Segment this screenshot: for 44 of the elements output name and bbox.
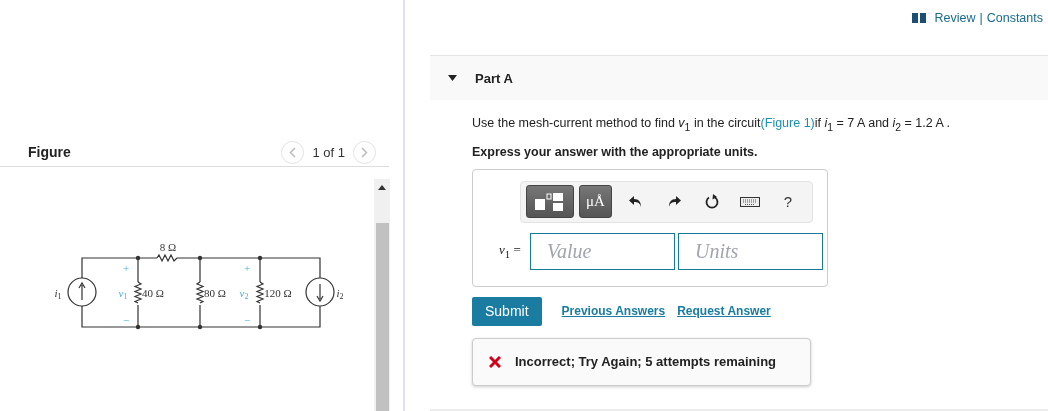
units-button[interactable]: μÅ <box>579 185 612 218</box>
current-label: i$_{2}$ <box>336 287 344 301</box>
units-field[interactable]: Units <box>678 232 823 270</box>
part-title: Part A <box>475 70 513 86</box>
value-field[interactable]: Value <box>530 232 675 270</box>
scroll-thumb[interactable] <box>375 223 389 411</box>
keyboard-icon <box>739 196 760 207</box>
voltage-label: v$_{2}$ <box>239 287 249 301</box>
page-indicator: 1 of 1 <box>312 144 345 160</box>
reset-icon <box>704 194 719 209</box>
polarity-sign: + <box>122 262 130 274</box>
scrollbar[interactable] <box>374 179 390 411</box>
book-icon <box>912 12 927 23</box>
resistance-label: 120 Ω <box>264 287 292 299</box>
link-separator: | <box>979 10 983 25</box>
header-link[interactable]: Constants <box>986 10 1043 25</box>
question-text: Use the mesh-current method to find v$_{1}$ in the circuit(Figure 1)if i$_{1}$ = 7 A and i$_{2}$ = 1.2 A . <box>472 115 952 135</box>
chevron-left-icon <box>289 146 297 158</box>
figure-title: Figure <box>28 144 71 160</box>
submit-button[interactable]: Submit <box>472 296 542 326</box>
answer-label: v$_{1}$ = <box>499 242 522 260</box>
answer-link[interactable]: Request Answer <box>677 304 771 318</box>
polarity-sign: − <box>122 314 130 326</box>
part-header[interactable]: Part A <box>430 56 1048 100</box>
undo-icon <box>628 195 643 208</box>
instruction-text: Express your answer with the appropriate units. <box>472 144 759 159</box>
resistance-label: 8 Ω <box>159 241 177 253</box>
polarity-sign: + <box>243 262 251 274</box>
voltage-label: v$_{1}$ <box>118 287 128 301</box>
chevron-right-icon <box>361 146 368 158</box>
polarity-sign: − <box>243 314 251 326</box>
feedback-text: Incorrect; Try Again; 5 attempts remaining <box>515 354 777 369</box>
resistance-label: 40 Ω <box>142 287 164 299</box>
scroll-up-icon[interactable] <box>378 185 386 190</box>
answer-link[interactable]: Previous Answers <box>561 304 666 318</box>
redo-icon <box>666 195 681 208</box>
templates-icon <box>535 192 565 211</box>
cross-icon <box>489 355 501 368</box>
templates-button[interactable] <box>526 185 574 218</box>
resistance-label: 80 Ω <box>204 287 226 299</box>
header-link[interactable]: Review <box>934 10 976 25</box>
figure-link[interactable]: (Figure 1) <box>760 116 815 130</box>
help-button[interactable]: ? <box>768 193 807 210</box>
current-label: i$_{1}$ <box>54 287 62 301</box>
